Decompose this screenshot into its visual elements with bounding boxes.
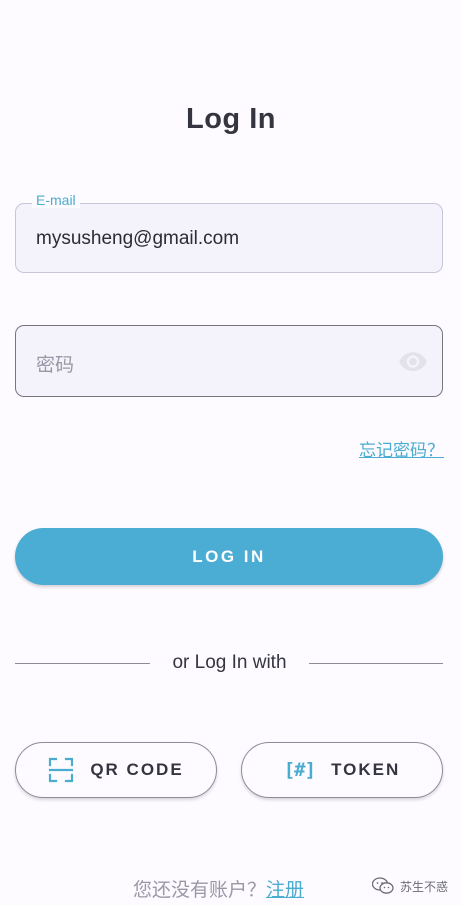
email-field-label: E-mail — [32, 192, 80, 208]
password-placeholder: 密码 — [36, 355, 75, 376]
divider-line-left — [15, 663, 150, 664]
token-icon: [#] — [283, 759, 316, 781]
page-title: Log In — [186, 103, 276, 135]
watermark: 苏生不惑 — [372, 877, 448, 895]
watermark-text: 苏生不惑 — [400, 879, 449, 894]
token-button[interactable]: [#] TOKEN — [241, 742, 443, 798]
register-prompt: 您还没有账户？注册 — [133, 875, 304, 902]
qr-code-button[interactable]: QR CODE — [15, 742, 217, 798]
register-link[interactable]: 注册 — [266, 880, 304, 901]
divider-text: or Log In with — [172, 652, 287, 673]
eye-icon[interactable] — [398, 346, 428, 376]
qr-scan-icon — [49, 757, 74, 783]
register-prompt-text: 您还没有账户？ — [133, 880, 267, 901]
token-button-label: TOKEN — [331, 760, 401, 779]
email-field[interactable]: E-mail mysusheng@gmail.com — [15, 192, 443, 273]
divider-line-right — [309, 663, 443, 664]
email-field-value[interactable]: mysusheng@gmail.com — [36, 228, 239, 250]
forgot-password-link[interactable]: 忘记密码？ — [359, 436, 444, 461]
login-button[interactable]: LOG IN — [15, 528, 443, 585]
wechat-icon — [372, 877, 394, 894]
password-field[interactable]: 密码 — [15, 325, 443, 397]
qr-code-button-label: QR CODE — [90, 760, 184, 779]
